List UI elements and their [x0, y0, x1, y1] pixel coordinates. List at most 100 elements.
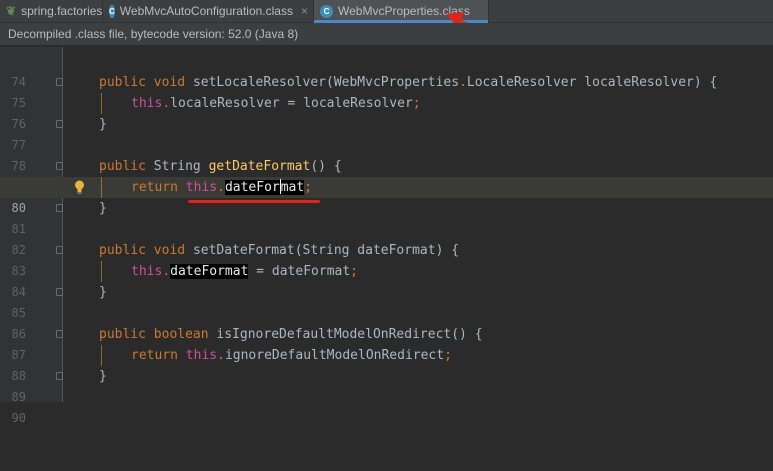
keyword: public — [99, 243, 146, 258]
code-text: public String getDateFormat() { — [99, 156, 342, 177]
code-line-current: 80 return this.dateFormat; — [0, 177, 773, 215]
tab-label: spring.factories — [21, 4, 103, 18]
method-name: setLocaleResolver — [192, 75, 326, 90]
keyword: public — [99, 159, 146, 174]
this-keyword: this — [131, 264, 163, 279]
tab-webmvcautoconfiguration[interactable]: C WebMvcAutoConfiguration.class × — [103, 0, 314, 22]
code-text: this.localeResolver = localeResolver; — [131, 93, 421, 114]
code-line: 86 — [0, 303, 773, 341]
semicolon: ; — [350, 264, 358, 279]
keyword: void — [153, 75, 186, 90]
indent-guide — [101, 345, 102, 366]
paren: () { — [451, 327, 483, 342]
code-text: } — [99, 285, 107, 300]
class-icon: C — [320, 4, 333, 18]
assign: = dateFormat — [248, 264, 351, 279]
code-line: 83 public void setDateFormat(String date… — [0, 240, 773, 278]
fold-icon[interactable] — [56, 162, 63, 170]
code-text: } — [99, 201, 107, 216]
indent-guide — [101, 177, 102, 198]
keyword: void — [153, 243, 186, 258]
decompiled-info-banner: Decompiled .class file, bytecode version… — [0, 23, 773, 46]
class-icon: C — [109, 4, 115, 18]
signature: (String dateFormat) { — [294, 243, 460, 258]
paren: () { — [310, 159, 342, 174]
editor-tab-bar: ❦ spring.factories C WebMvcAutoConfigura… — [0, 0, 773, 23]
assign: = localeResolver — [279, 96, 413, 111]
paren: ( — [326, 75, 334, 90]
tab-label: WebMvcProperties.class — [338, 4, 470, 18]
type-name: String — [153, 159, 201, 174]
type-name: LocaleResolver — [466, 75, 577, 90]
semicolon: ; — [444, 348, 452, 363]
keyword: public — [99, 327, 146, 342]
semicolon: ; — [412, 96, 421, 111]
dot: . — [162, 96, 171, 111]
field: localeResolver — [170, 96, 280, 111]
tab-label: WebMvcAutoConfiguration.class — [119, 4, 293, 18]
code-text: public void setDateFormat(String dateFor… — [99, 240, 459, 261]
dot: . — [459, 75, 467, 90]
code-text: this.dateFormat = dateFormat; — [131, 261, 358, 282]
param: localeResolver — [576, 75, 694, 90]
code-line: 75 public void setLocaleResolver(WebMvcP… — [0, 72, 773, 110]
fold-icon[interactable] — [56, 330, 63, 338]
code-line: 89 } — [0, 366, 773, 404]
highlighted-field: dateFormat — [170, 264, 249, 279]
code-text: return this.dateFormat; — [131, 177, 312, 198]
code-line: 85 } — [0, 282, 773, 320]
close-icon[interactable]: × — [301, 4, 308, 18]
fold-icon[interactable] — [56, 372, 63, 380]
code-line: 78 — [0, 135, 773, 173]
code-line: 88 return this.ignoreDefaultModelOnRedir… — [0, 345, 773, 383]
banner-text: Decompiled .class file, bytecode version… — [8, 27, 299, 41]
fold-icon[interactable] — [56, 246, 63, 254]
keyword: boolean — [153, 327, 209, 342]
semicolon: ; — [304, 180, 313, 195]
code-text: public void setLocaleResolver(WebMvcProp… — [99, 72, 717, 93]
this-keyword: this — [185, 348, 218, 363]
tab-spring-factories[interactable]: ❦ spring.factories — [0, 0, 103, 22]
method-name: getDateFormat — [208, 159, 311, 174]
code-line: 74 — [0, 51, 773, 89]
fold-icon[interactable] — [56, 120, 63, 128]
code-text: return this.ignoreDefaultModelOnRedirect… — [131, 345, 452, 366]
code-text: } — [99, 369, 107, 384]
keyword: return — [131, 180, 178, 195]
indent-guide — [101, 261, 102, 282]
red-underline-annotation — [188, 200, 320, 203]
field: ignoreDefaultModelOnRedirect — [224, 348, 445, 363]
fold-icon[interactable] — [56, 288, 63, 296]
code-line: 82 — [0, 219, 773, 257]
leaf-icon: ❦ — [6, 4, 17, 18]
this-keyword: this — [131, 96, 163, 111]
field-part: dateFor — [224, 180, 280, 195]
dot: . — [217, 180, 225, 195]
indent-guide — [101, 93, 102, 114]
keyword: return — [131, 348, 178, 363]
selected-field: dateFormat — [224, 179, 305, 195]
code-text: public boolean isIgnoreDefaultModelOnRed… — [99, 324, 483, 345]
tab-webmvcproperties[interactable]: C WebMvcProperties.class — [314, 0, 489, 23]
dot: . — [217, 348, 225, 363]
method-name: isIgnoreDefaultModelOnRedirect — [216, 327, 452, 342]
fold-icon[interactable] — [56, 78, 63, 86]
code-line: 79 public String getDateFormat() { — [0, 156, 773, 194]
fold-icon[interactable] — [56, 204, 63, 212]
code-editor[interactable]: 74 75 public void setLocaleResolver(WebM… — [0, 47, 773, 425]
code-line: 76 this.localeResolver = localeResolver; — [0, 93, 773, 131]
code-line: 81 } — [0, 198, 773, 236]
method-name: setDateFormat — [192, 243, 295, 258]
keyword: public — [99, 75, 146, 90]
field-part: mat — [280, 180, 305, 195]
type-name: WebMvcProperties — [333, 75, 460, 90]
code-text: } — [99, 117, 107, 132]
dot: . — [162, 264, 171, 279]
code-line: 84 this.dateFormat = dateFormat; — [0, 261, 773, 299]
paren: ) { — [693, 75, 718, 90]
this-keyword: this — [185, 180, 218, 195]
code-line: 77 } — [0, 114, 773, 152]
lightbulb-icon[interactable] — [74, 180, 85, 194]
code-line: 87 public boolean isIgnoreDefaultModelOn… — [0, 324, 773, 362]
code-line: 90 — [0, 387, 773, 425]
